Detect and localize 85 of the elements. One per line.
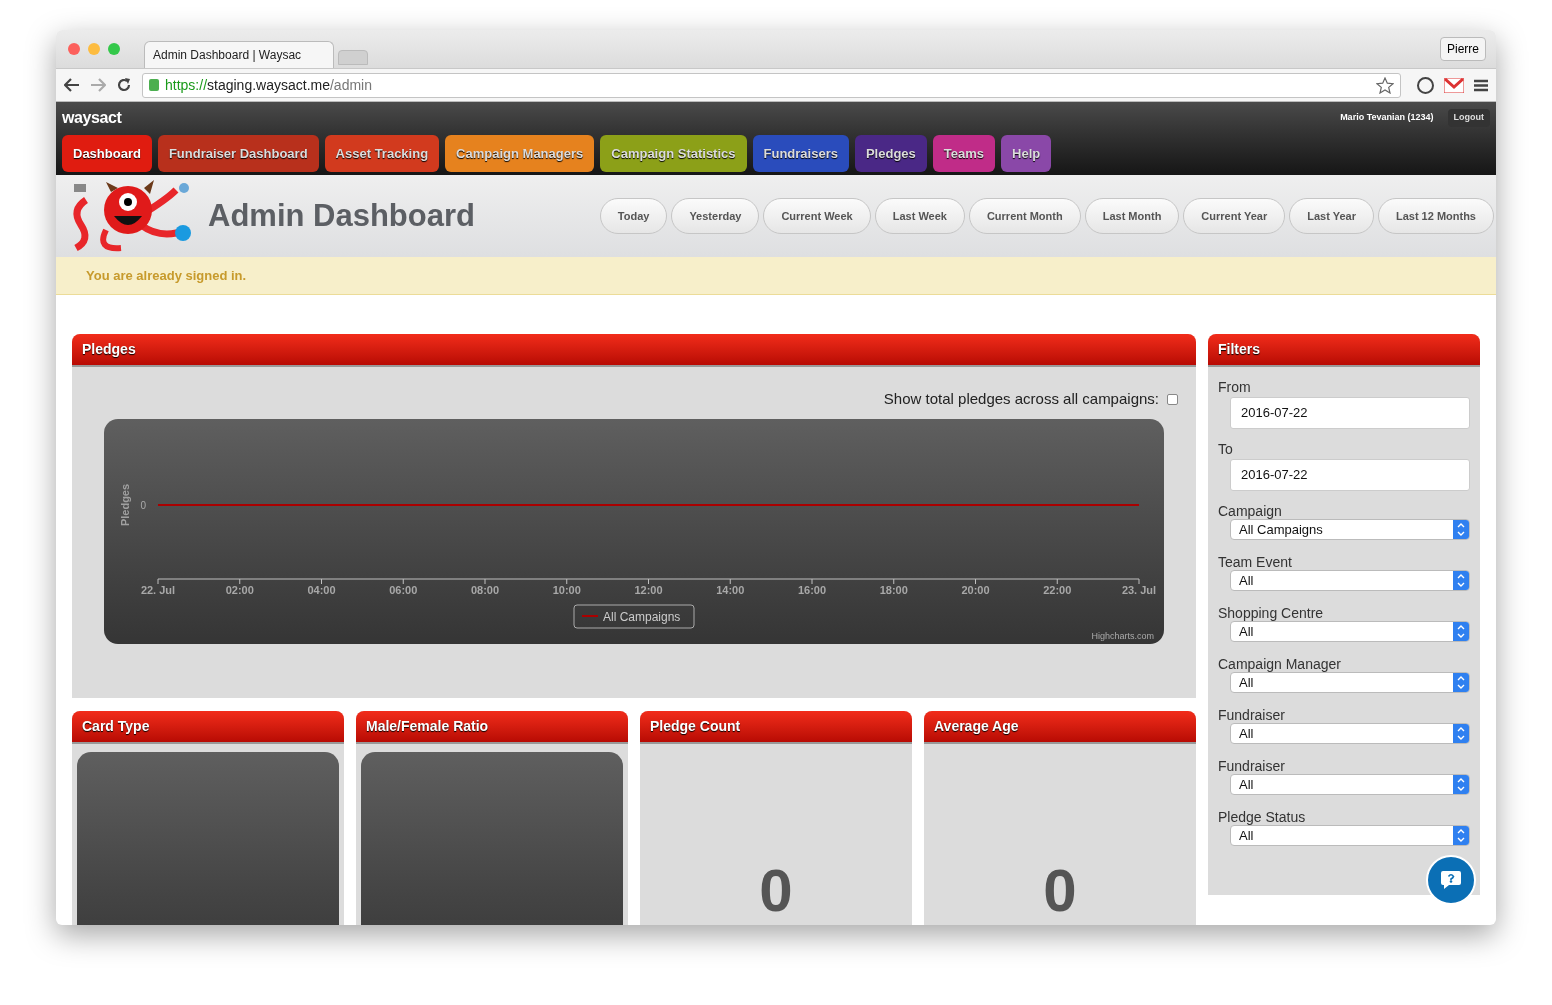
stepper-icon bbox=[1453, 571, 1469, 590]
tick-label: 16:00 bbox=[797, 584, 827, 596]
credits-link[interactable]: Highcharts.com bbox=[1091, 631, 1154, 641]
field-label: Campaign Manager bbox=[1218, 656, 1342, 672]
date-field[interactable]: 2016-07-22 bbox=[1230, 397, 1470, 429]
tick-label: 22. Jul bbox=[140, 584, 176, 596]
date-range-button[interactable]: Current Month bbox=[968, 198, 1081, 234]
speech-bubble-icon bbox=[1440, 870, 1462, 890]
select-field[interactable]: All bbox=[1230, 774, 1470, 795]
tick-label: 08:00 bbox=[470, 584, 500, 596]
alert-message: You are already signed in. bbox=[86, 266, 247, 285]
stat-value: 0 bbox=[759, 861, 793, 921]
date-range-button[interactable]: Today bbox=[599, 198, 668, 234]
select-field[interactable]: All bbox=[1230, 621, 1470, 642]
reload-icon[interactable] bbox=[116, 77, 132, 93]
field-label: Campaign bbox=[1218, 503, 1283, 519]
stat-value: 0 bbox=[1043, 861, 1077, 921]
menu-icon[interactable] bbox=[1474, 78, 1488, 92]
date-range-button[interactable]: Last Year bbox=[1289, 198, 1374, 234]
nav-button[interactable]: Teams bbox=[932, 135, 996, 172]
mail-icon[interactable] bbox=[1444, 77, 1464, 93]
select-field[interactable]: All bbox=[1230, 825, 1470, 846]
lock-icon bbox=[149, 79, 159, 91]
select-field[interactable]: All bbox=[1230, 723, 1470, 744]
date-range-button[interactable]: Current Year bbox=[1183, 198, 1286, 234]
stepper-icon bbox=[1453, 724, 1469, 743]
nav-button[interactable]: Fundraiser Dashboard bbox=[157, 135, 319, 172]
select-field[interactable]: All bbox=[1230, 570, 1470, 591]
legend-item[interactable]: All Campaigns bbox=[573, 604, 695, 629]
field-label: From bbox=[1218, 379, 1252, 395]
date-field[interactable]: 2016-07-22 bbox=[1230, 459, 1470, 491]
profile-button[interactable]: Pierre bbox=[1440, 37, 1486, 61]
tick-label: 23. Jul bbox=[1121, 584, 1157, 596]
panel-header: Pledge Count bbox=[640, 711, 912, 744]
tick-label: 02:00 bbox=[225, 584, 254, 596]
panel-header: Filters bbox=[1208, 334, 1480, 367]
browser-tab[interactable]: Admin Dashboard | Waysac bbox=[144, 41, 334, 68]
stepper-icon bbox=[1453, 673, 1469, 692]
nav-button[interactable]: Help bbox=[1001, 135, 1052, 172]
field-label: To bbox=[1218, 441, 1234, 457]
date-range-button[interactable]: Last 12 Months bbox=[1377, 198, 1494, 234]
nav-button[interactable]: Pledges bbox=[854, 135, 927, 172]
nav-button[interactable]: Dashboard bbox=[62, 135, 152, 172]
tick-label: 10:00 bbox=[552, 584, 581, 596]
logout-button[interactable]: Logout bbox=[1447, 109, 1490, 127]
info-icon[interactable] bbox=[1417, 76, 1434, 94]
checkbox-label: Show total pledges across all campaigns: bbox=[883, 388, 1159, 409]
tick-label: 20:00 bbox=[961, 584, 990, 596]
stepper-icon bbox=[1453, 520, 1469, 539]
tick-label: 18:00 bbox=[879, 584, 908, 596]
axis-title: Pledges bbox=[119, 483, 131, 527]
date-range-button[interactable]: Current Week bbox=[763, 198, 871, 234]
field-label: Shopping Centre bbox=[1218, 605, 1325, 621]
page-title: Admin Dashboard bbox=[208, 196, 475, 235]
stepper-icon bbox=[1453, 775, 1469, 794]
user-name: Mario Tevanian (1234) bbox=[1340, 111, 1434, 125]
field-label: Team Event bbox=[1218, 554, 1293, 570]
select-field[interactable]: All bbox=[1230, 672, 1470, 693]
tick-label: 12:00 bbox=[634, 584, 663, 596]
back-icon[interactable] bbox=[64, 78, 80, 92]
field-label: Fundraiser bbox=[1218, 758, 1286, 774]
star-icon[interactable] bbox=[1376, 76, 1394, 94]
brand-logo[interactable]: waysact bbox=[62, 106, 122, 130]
field-label: Fundraiser bbox=[1218, 707, 1286, 723]
date-range-button[interactable]: Last Month bbox=[1084, 198, 1180, 234]
field-label: Pledge Status bbox=[1218, 809, 1307, 825]
stepper-icon bbox=[1453, 826, 1469, 845]
checkbox[interactable] bbox=[1167, 393, 1178, 405]
date-range-button[interactable]: Yesterday bbox=[671, 198, 760, 234]
tick-label: 04:00 bbox=[307, 584, 336, 596]
stepper-icon bbox=[1453, 622, 1469, 641]
select-field[interactable]: All Campaigns bbox=[1230, 519, 1470, 540]
nav-button[interactable]: Fundraisers bbox=[752, 135, 849, 172]
url-field[interactable]: https://staging.waysact.me/admin bbox=[142, 72, 1401, 98]
tick-label: 14:00 bbox=[716, 584, 745, 596]
date-range-button[interactable]: Last Week bbox=[874, 198, 965, 234]
panel-header: Male/Female Ratio bbox=[356, 711, 628, 744]
panel-header: Pledges bbox=[72, 334, 1196, 367]
tick-label: 22:00 bbox=[1043, 584, 1072, 596]
close-icon[interactable] bbox=[68, 43, 80, 55]
tick-label: 0 bbox=[140, 500, 146, 511]
panel-header: Card Type bbox=[72, 711, 344, 744]
panel-header: Average Age bbox=[924, 711, 1196, 744]
nav-button[interactable]: Asset Tracking bbox=[324, 135, 440, 172]
tick-label: 06:00 bbox=[389, 584, 418, 596]
